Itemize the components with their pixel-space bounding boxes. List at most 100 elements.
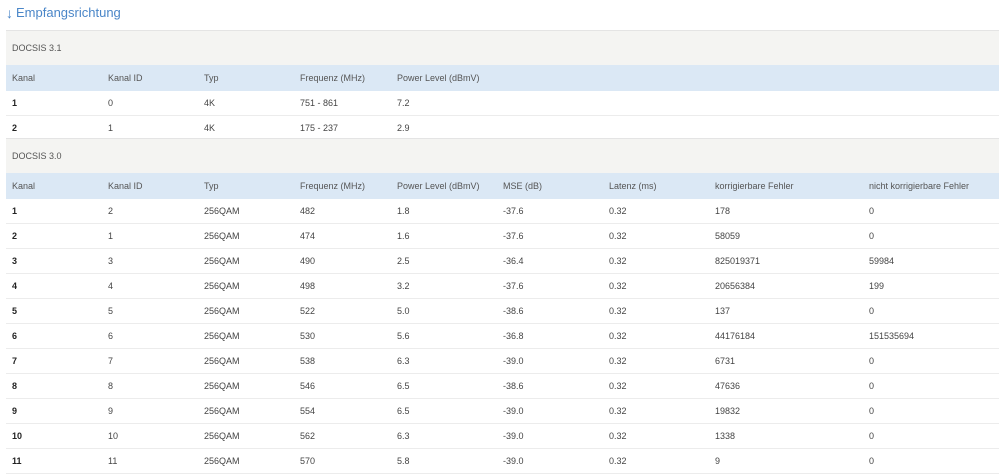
cell-typ: 256QAM: [204, 356, 240, 366]
cell-latenz: 0.32: [609, 406, 627, 416]
cell-kanal-id: 3: [108, 256, 114, 266]
table-row: 3 3 256QAM 490 2.5 -36.4 0.32 825019371 59984: [6, 249, 999, 274]
column-header-typ: Typ: [204, 181, 219, 191]
cell-latenz: 0.32: [609, 356, 627, 366]
cell-korrigierbare-fehler: 58059: [715, 231, 741, 241]
cell-latenz: 0.32: [609, 281, 627, 291]
table-row: 1 0 4K 751 - 861 7.2: [6, 91, 999, 116]
cell-kanal-id: 6: [108, 331, 114, 341]
docsis30-rows: 1 2 256QAM 482 1.8 -37.6 0.32 178 0 2 1 256QAM 474 1.…: [6, 199, 999, 474]
column-header-frequenz: Frequenz (MHz): [300, 73, 366, 83]
cell-power-level: 5.6: [397, 331, 410, 341]
cell-power-level: 2.9: [397, 123, 410, 133]
cell-nicht-korrigierbare-fehler: 0: [869, 406, 875, 416]
cell-korrigierbare-fehler: 178: [715, 206, 731, 216]
cell-frequenz: 538: [300, 356, 316, 366]
table-row: 5 5 256QAM 522 5.0 -38.6 0.32 137 0: [6, 299, 999, 324]
downstream-toggle-link[interactable]: ↓ Empfangsrichtung: [6, 5, 121, 20]
cell-kanal: 2: [12, 231, 18, 241]
cell-frequenz: 522: [300, 306, 316, 316]
cell-korrigierbare-fehler: 47636: [715, 381, 741, 391]
cell-kanal: 10: [12, 431, 23, 441]
cell-frequenz: 482: [300, 206, 316, 216]
table-row: 10 10 256QAM 562 6.3 -39.0 0.32 1338 0: [6, 424, 999, 449]
cell-power-level: 6.3: [397, 356, 410, 366]
column-header-kanal-id: Kanal ID: [108, 181, 143, 191]
cell-korrigierbare-fehler: 1338: [715, 431, 736, 441]
cell-power-level: 6.5: [397, 406, 410, 416]
cell-nicht-korrigierbare-fehler: 0: [869, 381, 875, 391]
cell-power-level: 2.5: [397, 256, 410, 266]
cell-typ: 256QAM: [204, 281, 240, 291]
cell-frequenz: 546: [300, 381, 316, 391]
docsis30-section: DOCSIS 3.0 Kanal Kanal ID Typ Frequenz (MHz…: [6, 138, 999, 474]
cell-kanal: 4: [12, 281, 18, 291]
cell-nicht-korrigierbare-fehler: 199: [869, 281, 885, 291]
cell-typ: 4K: [204, 98, 216, 108]
cell-kanal: 3: [12, 256, 18, 266]
cell-nicht-korrigierbare-fehler: 0: [869, 356, 875, 366]
docsis31-header-row: Kanal Kanal ID Typ Frequenz (MHz) Power Leve…: [6, 65, 999, 91]
cell-nicht-korrigierbare-fehler: 0: [869, 206, 875, 216]
cell-mse: -37.6: [503, 281, 524, 291]
cell-korrigierbare-fehler: 137: [715, 306, 731, 316]
cell-frequenz: 175 - 237: [300, 123, 339, 133]
cell-kanal-id: 11: [108, 456, 118, 466]
cell-power-level: 1.8: [397, 206, 410, 216]
cell-kanal-id: 0: [108, 98, 114, 108]
cell-mse: -39.0: [503, 406, 524, 416]
cell-mse: -37.6: [503, 231, 524, 241]
table-row: 1 2 256QAM 482 1.8 -37.6 0.32 178 0: [6, 199, 999, 224]
cell-kanal-id: 4: [108, 281, 114, 291]
arrow-down-icon: ↓: [6, 4, 13, 21]
cell-latenz: 0.32: [609, 256, 627, 266]
cell-kanal-id: 2: [108, 206, 114, 216]
cell-kanal: 9: [12, 406, 18, 416]
cell-nicht-korrigierbare-fehler: 0: [869, 431, 875, 441]
cell-kanal: 8: [12, 381, 18, 391]
cell-mse: -38.6: [503, 381, 524, 391]
cell-power-level: 6.5: [397, 381, 410, 391]
column-header-kanal-id: Kanal ID: [108, 73, 143, 83]
cell-typ: 256QAM: [204, 431, 240, 441]
cell-power-level: 6.3: [397, 431, 410, 441]
cell-frequenz: 554: [300, 406, 316, 416]
docsis31-title: DOCSIS 3.1: [6, 30, 999, 65]
cell-mse: -38.6: [503, 306, 524, 316]
cell-typ: 256QAM: [204, 331, 240, 341]
table-row: 2 1 256QAM 474 1.6 -37.6 0.32 58059 0: [6, 224, 999, 249]
cell-korrigierbare-fehler: 19832: [715, 406, 741, 416]
cell-kanal: 6: [12, 331, 18, 341]
cell-mse: -39.0: [503, 431, 524, 441]
cell-kanal-id: 9: [108, 406, 114, 416]
cell-korrigierbare-fehler: 6731: [715, 356, 736, 366]
cell-korrigierbare-fehler: 825019371: [715, 256, 761, 266]
cell-korrigierbare-fehler: 9: [715, 456, 721, 466]
column-header-kanal: Kanal: [12, 73, 36, 83]
column-header-typ: Typ: [204, 73, 219, 83]
column-header-power-level: Power Level (dBmV): [397, 73, 480, 83]
cell-power-level: 3.2: [397, 281, 410, 291]
column-header-nicht-korrigierbare-fehler: nicht korrigierbare Fehler: [869, 181, 970, 191]
cell-frequenz: 474: [300, 231, 316, 241]
cell-mse: -37.6: [503, 206, 524, 216]
column-header-latenz: Latenz (ms): [609, 181, 657, 191]
cell-typ: 256QAM: [204, 306, 240, 316]
cell-nicht-korrigierbare-fehler: 0: [869, 306, 875, 316]
cell-frequenz: 490: [300, 256, 316, 266]
cell-latenz: 0.32: [609, 206, 627, 216]
cell-typ: 256QAM: [204, 206, 240, 216]
cell-latenz: 0.32: [609, 431, 627, 441]
cell-kanal-id: 1: [108, 231, 114, 241]
column-header-kanal: Kanal: [12, 181, 36, 191]
cell-typ: 256QAM: [204, 381, 240, 391]
column-header-frequenz: Frequenz (MHz): [300, 181, 366, 191]
cell-latenz: 0.32: [609, 381, 627, 391]
column-header-power-level: Power Level (dBmV): [397, 181, 480, 191]
cell-frequenz: 751 - 861: [300, 98, 339, 108]
docsis31-section: DOCSIS 3.1 Kanal Kanal ID Typ Frequenz (MHz…: [6, 30, 999, 141]
table-row: 4 4 256QAM 498 3.2 -37.6 0.32 20656384 199: [6, 274, 999, 299]
column-header-korrigierbare-fehler: korrigierbare Fehler: [715, 181, 794, 191]
cell-power-level: 5.8: [397, 456, 410, 466]
cell-kanal-id: 10: [108, 431, 119, 441]
